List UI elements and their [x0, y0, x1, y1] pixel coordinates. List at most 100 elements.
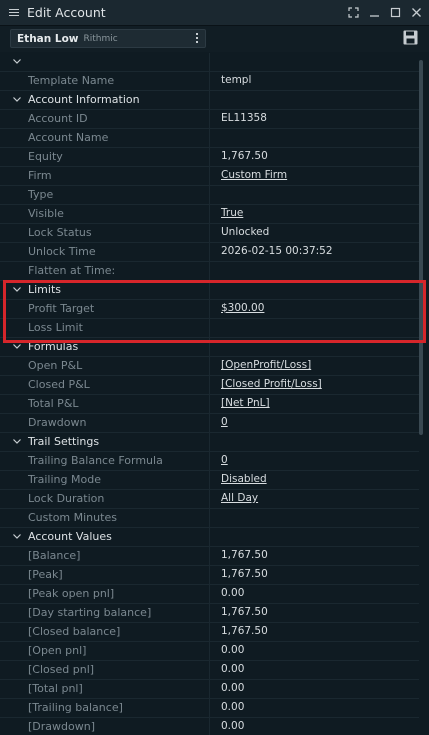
- property-label: Equity: [28, 150, 63, 163]
- property-row[interactable]: [Day starting balance] 1,767.50: [0, 604, 420, 623]
- property-row[interactable]: Loss Limit: [0, 319, 420, 338]
- property-value: 1,767.50: [221, 568, 268, 580]
- property-value[interactable]: All Day: [221, 492, 258, 504]
- group-limits[interactable]: Limits: [0, 281, 420, 300]
- property-label: Account ID: [28, 112, 88, 125]
- property-row[interactable]: Total P&L [Net PnL]: [0, 395, 420, 414]
- property-value[interactable]: $300.00: [221, 302, 264, 314]
- property-label: Profit Target: [28, 302, 95, 315]
- property-label: Custom Minutes: [28, 511, 117, 524]
- group-title: Trail Settings: [28, 435, 100, 448]
- property-row[interactable]: Firm Custom Firm: [0, 167, 420, 186]
- property-row[interactable]: Profit Target $300.00: [0, 300, 420, 319]
- chevron-down-icon[interactable]: [12, 436, 22, 446]
- account-connection: Rithmic: [83, 33, 118, 44]
- property-row[interactable]: [Peak open pnl] 0.00: [0, 585, 420, 604]
- property-row[interactable]: Visible True: [0, 205, 420, 224]
- property-label: Trailing Mode: [28, 473, 101, 486]
- menu-icon[interactable]: [9, 9, 19, 16]
- property-row[interactable]: [Total pnl] 0.00: [0, 680, 420, 699]
- group-title: Account Values: [28, 530, 112, 543]
- property-label: Drawdown: [28, 416, 87, 429]
- property-row[interactable]: [Drawdown] 0.00: [0, 718, 420, 735]
- property-label: [Peak]: [28, 568, 63, 581]
- property-row[interactable]: Flatten at Time:: [0, 262, 420, 281]
- group-trail-settings[interactable]: Trail Settings: [0, 433, 420, 452]
- scrollbar-thumb[interactable]: [419, 60, 423, 435]
- account-name: Ethan Low: [17, 32, 79, 45]
- chevron-down-icon[interactable]: [12, 531, 22, 541]
- property-label: Template Name: [28, 74, 115, 87]
- chevron-down-icon[interactable]: [12, 284, 22, 294]
- property-row[interactable]: Lock Status Unlocked: [0, 224, 420, 243]
- save-icon[interactable]: [403, 30, 418, 45]
- group-root[interactable]: [0, 53, 420, 72]
- property-row[interactable]: Closed P&L [Closed Profit/Loss]: [0, 376, 420, 395]
- maximize-icon[interactable]: [387, 4, 404, 21]
- property-value: 0.00: [221, 663, 245, 675]
- property-value: 2026-02-15 00:37:52: [221, 245, 333, 257]
- property-label: [Total pnl]: [28, 682, 83, 695]
- property-label: Open P&L: [28, 359, 83, 372]
- property-row[interactable]: Account ID EL11358: [0, 110, 420, 129]
- property-value: 1,767.50: [221, 625, 268, 637]
- property-row[interactable]: Custom Minutes: [0, 509, 420, 528]
- property-value[interactable]: [OpenProfit/Loss]: [221, 359, 311, 371]
- property-value[interactable]: 0: [221, 416, 228, 428]
- property-label: Type: [28, 188, 54, 201]
- property-value[interactable]: True: [221, 207, 243, 219]
- chevron-down-icon[interactable]: [12, 56, 22, 66]
- group-account-values[interactable]: Account Values: [0, 528, 420, 547]
- account-selector[interactable]: Ethan Low Rithmic: [10, 29, 206, 48]
- property-value[interactable]: [Closed Profit/Loss]: [221, 378, 322, 390]
- property-value[interactable]: Custom Firm: [221, 169, 287, 181]
- property-value: Unlocked: [221, 226, 270, 238]
- property-row[interactable]: [Peak] 1,767.50: [0, 566, 420, 585]
- property-row[interactable]: Template Name templ: [0, 72, 420, 91]
- property-value: 0.00: [221, 682, 245, 694]
- property-label: Closed P&L: [28, 378, 90, 391]
- property-row[interactable]: [Closed pnl] 0.00: [0, 661, 420, 680]
- group-formulas[interactable]: Formulas: [0, 338, 420, 357]
- account-toolbar: Ethan Low Rithmic: [0, 26, 429, 52]
- property-row[interactable]: [Closed balance] 1,767.50: [0, 623, 420, 642]
- group-title: Formulas: [28, 340, 79, 353]
- property-label: Visible: [28, 207, 64, 220]
- property-row[interactable]: Account Name: [0, 129, 420, 148]
- property-row[interactable]: [Trailing balance] 0.00: [0, 699, 420, 718]
- property-row[interactable]: [Balance] 1,767.50: [0, 547, 420, 566]
- kebab-menu-icon[interactable]: [196, 33, 198, 43]
- property-row[interactable]: Unlock Time 2026-02-15 00:37:52: [0, 243, 420, 262]
- group-account-information[interactable]: Account Information: [0, 91, 420, 110]
- property-row[interactable]: [Open pnl] 0.00: [0, 642, 420, 661]
- property-value: 0.00: [221, 644, 245, 656]
- chevron-down-icon[interactable]: [12, 94, 22, 104]
- property-label: Total P&L: [28, 397, 79, 410]
- property-grid: Template Name templ Account Information Acc…: [0, 53, 420, 735]
- property-row[interactable]: Drawdown 0: [0, 414, 420, 433]
- property-label: [Balance]: [28, 549, 81, 562]
- chevron-down-icon[interactable]: [12, 341, 22, 351]
- property-row[interactable]: Type: [0, 186, 420, 205]
- window-title: Edit Account: [27, 5, 106, 20]
- property-row[interactable]: Trailing Mode Disabled: [0, 471, 420, 490]
- property-row[interactable]: Trailing Balance Formula 0: [0, 452, 420, 471]
- property-row[interactable]: Equity 1,767.50: [0, 148, 420, 167]
- expand-icon[interactable]: [345, 4, 362, 21]
- property-label: [Peak open pnl]: [28, 587, 115, 600]
- property-label: Loss Limit: [28, 321, 83, 334]
- property-value[interactable]: 0: [221, 454, 228, 466]
- property-row[interactable]: Open P&L [OpenProfit/Loss]: [0, 357, 420, 376]
- property-value: 1,767.50: [221, 606, 268, 618]
- close-icon[interactable]: [408, 4, 425, 21]
- property-row[interactable]: Lock Duration All Day: [0, 490, 420, 509]
- property-label: Flatten at Time:: [28, 264, 116, 277]
- group-title: Limits: [28, 283, 61, 296]
- property-value[interactable]: Disabled: [221, 473, 267, 485]
- minimize-icon[interactable]: [366, 4, 383, 21]
- property-value: 0.00: [221, 587, 245, 599]
- property-value: 0.00: [221, 720, 245, 732]
- property-label: [Closed pnl]: [28, 663, 95, 676]
- property-value[interactable]: [Net PnL]: [221, 397, 270, 409]
- property-label: Lock Duration: [28, 492, 105, 505]
